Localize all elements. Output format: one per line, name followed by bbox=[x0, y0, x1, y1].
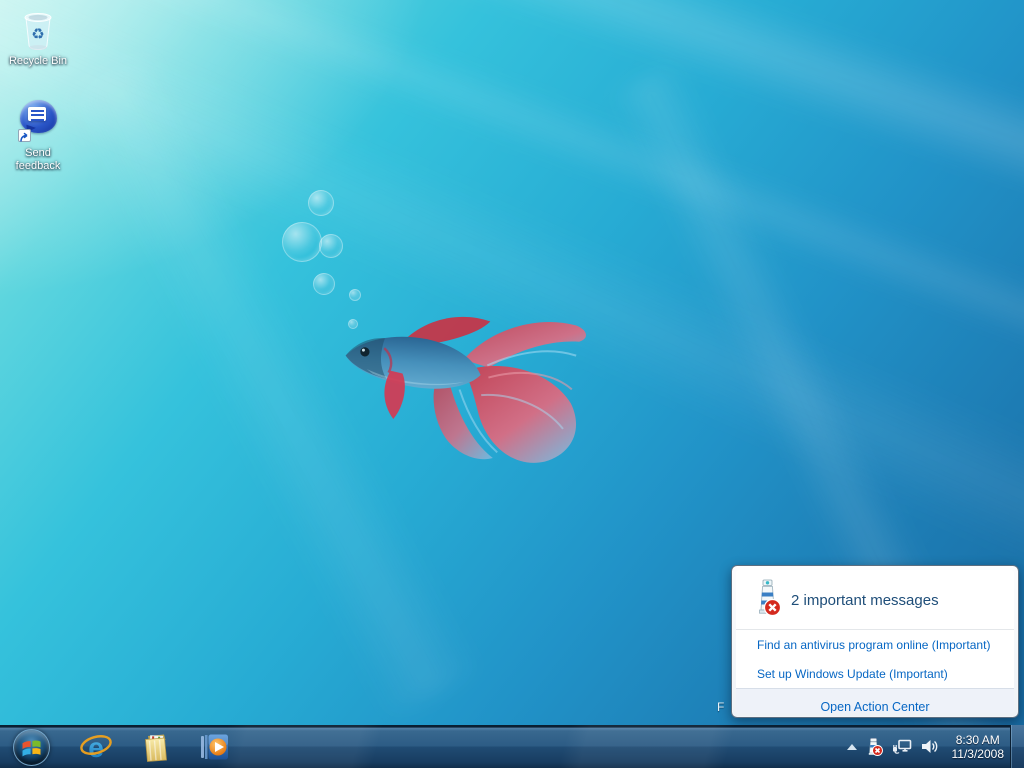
clock-date: 11/3/2008 bbox=[952, 747, 1005, 761]
notification-area: 8:30 AM 11/3/2008 bbox=[847, 725, 1005, 768]
light-ray bbox=[0, 0, 1024, 272]
taskbar-item-windows-explorer[interactable] bbox=[125, 725, 184, 768]
desktop[interactable]: ♻ Recycle Bin Send feedback F bbox=[0, 0, 1024, 768]
action-center-tray-icon[interactable] bbox=[866, 738, 883, 756]
bubble bbox=[308, 190, 334, 216]
internet-explorer-icon: e bbox=[79, 730, 113, 764]
send-feedback-icon bbox=[2, 98, 74, 144]
recycle-bin-icon: ♻ bbox=[2, 6, 74, 52]
popup-title: 2 important messages bbox=[791, 592, 939, 609]
bubble bbox=[319, 234, 343, 258]
popup-link-windows-update[interactable]: Set up Windows Update (Important) bbox=[736, 659, 1014, 688]
network-tray-icon[interactable] bbox=[892, 739, 912, 755]
clock-time: 8:30 AM bbox=[952, 733, 1005, 747]
show-desktop-button[interactable] bbox=[1010, 725, 1024, 768]
action-center-alert-icon bbox=[754, 579, 781, 621]
windows-logo-icon bbox=[21, 738, 42, 758]
action-center-alert-icon bbox=[866, 738, 883, 756]
desktop-icon-label: Recycle Bin bbox=[2, 55, 74, 68]
folder-icon bbox=[139, 730, 171, 764]
betta-fish-wallpaper bbox=[330, 289, 601, 477]
desktop-icon-recycle-bin[interactable]: ♻ Recycle Bin bbox=[2, 6, 74, 68]
network-icon bbox=[892, 739, 912, 755]
watermark-fragment: F bbox=[717, 700, 724, 714]
action-center-popup: 2 important messages Find an antivirus p… bbox=[731, 565, 1019, 718]
open-action-center-link[interactable]: Open Action Center bbox=[820, 700, 929, 713]
up-arrow-icon bbox=[847, 744, 857, 750]
taskbar-clock[interactable]: 8:30 AM 11/3/2008 bbox=[948, 733, 1005, 761]
taskbar-item-windows-media-player[interactable] bbox=[184, 725, 243, 768]
media-player-icon bbox=[197, 730, 231, 764]
desktop-icon-send-feedback[interactable]: Send feedback bbox=[2, 98, 74, 173]
bubble bbox=[282, 222, 322, 262]
popup-footer: Open Action Center bbox=[736, 688, 1014, 713]
start-button[interactable] bbox=[13, 729, 50, 766]
volume-tray-icon[interactable] bbox=[921, 739, 939, 754]
volume-icon bbox=[921, 739, 939, 754]
taskbar-item-internet-explorer[interactable]: e bbox=[66, 725, 125, 768]
taskbar: e bbox=[0, 725, 1024, 768]
shortcut-arrow-icon bbox=[18, 129, 31, 142]
svg-text:♻: ♻ bbox=[31, 25, 44, 43]
desktop-icon-label: Send feedback bbox=[2, 147, 74, 173]
bubble bbox=[313, 273, 335, 295]
popup-link-antivirus[interactable]: Find an antivirus program online (Import… bbox=[736, 630, 1014, 659]
show-hidden-icons-button[interactable] bbox=[847, 744, 857, 750]
